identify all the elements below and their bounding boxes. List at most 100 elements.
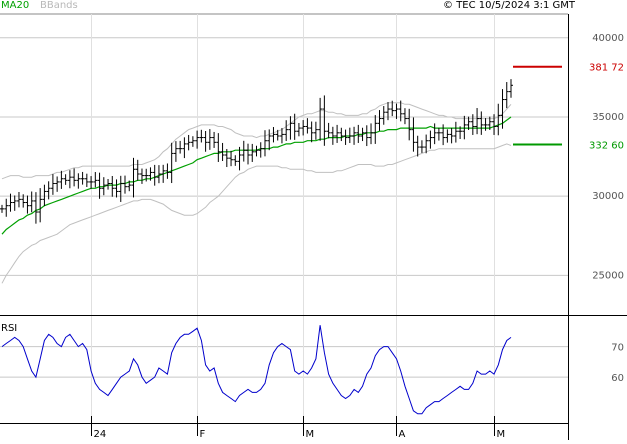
x-axis: 24 F M A M [91, 416, 506, 440]
stock-chart: MA20 BBands © TEC 10/5/2024 3:1 GMT RSI … [0, 0, 627, 440]
price-bar [309, 121, 314, 143]
price-bar [178, 140, 183, 154]
x-tick-label: A [399, 429, 406, 440]
price-bar [135, 159, 140, 181]
price-bar [152, 164, 157, 186]
price-bar [441, 124, 446, 146]
price-bar [453, 121, 458, 143]
price-bar [318, 97, 323, 141]
price-bar [195, 130, 200, 149]
price-bar [207, 129, 212, 150]
price-bar [190, 136, 195, 147]
price-bar [246, 143, 251, 165]
rsi-tick-label: 70 [611, 343, 624, 354]
price-bar [131, 157, 136, 198]
rsi-layer [1, 325, 512, 415]
price-bars [0, 79, 513, 224]
price-bar [63, 174, 68, 185]
price-bar [203, 130, 208, 152]
price-bar [29, 191, 34, 213]
rsi-line [1, 325, 512, 415]
price-bar [33, 192, 38, 224]
price-bar [258, 142, 263, 158]
price-bar [42, 184, 47, 207]
price-bar [449, 127, 454, 144]
price-bar [118, 175, 123, 202]
price-bar [432, 123, 437, 145]
price-bar [428, 130, 433, 149]
support-level-label: 332 60 [589, 141, 624, 152]
legend-ma20: MA20 [1, 0, 29, 11]
copyright-label: © TEC 10/5/2024 3:1 GMT [443, 0, 576, 11]
price-bar [110, 175, 115, 197]
price-bar [335, 124, 340, 143]
price-bar [12, 195, 17, 211]
x-tick-label: 24 [94, 429, 107, 440]
rsi-tick-label: 60 [611, 373, 624, 384]
price-bar [156, 165, 161, 184]
resistance-level-label: 381 72 [589, 63, 624, 74]
price-bar [216, 133, 221, 162]
price-bar [475, 108, 480, 135]
price-bar [479, 111, 484, 135]
price-bar [326, 122, 331, 139]
price-bar [483, 118, 488, 131]
price-bar [343, 129, 348, 145]
price-bar [509, 79, 513, 98]
price-bar [330, 126, 335, 145]
price-bar [212, 131, 217, 148]
price-bar [233, 155, 238, 166]
price-bar [402, 108, 407, 125]
price-bar [0, 204, 4, 213]
price-bar [89, 176, 94, 189]
rsi-grid [0, 316, 568, 423]
chart-canvas: MA20 BBands © TEC 10/5/2024 3:1 GMT RSI … [0, 0, 627, 440]
price-bar [173, 141, 178, 162]
price-bar [84, 173, 89, 187]
price-bar [267, 129, 272, 151]
x-tick-label: M [306, 429, 315, 440]
price-bar [347, 127, 352, 144]
price-bar [424, 134, 429, 154]
price-bar [241, 140, 246, 162]
price-tick-label: 30000 [592, 191, 624, 202]
price-bar [165, 163, 170, 179]
price-bar [504, 82, 509, 109]
price-bar [67, 170, 72, 189]
price-bar [97, 172, 102, 199]
price-bar [377, 110, 382, 131]
price-tick-label: 40000 [592, 33, 624, 44]
price-bar [106, 178, 111, 190]
price-bar [254, 145, 259, 157]
x-tick-label: M [497, 429, 506, 440]
price-bar [262, 130, 267, 157]
price-bar [313, 121, 318, 140]
price-bar [199, 129, 204, 143]
price-bar [25, 195, 30, 214]
price-bar [50, 174, 55, 195]
rsi-axis: 60 70 [611, 343, 624, 385]
price-bar [381, 106, 386, 125]
price-bar [296, 122, 301, 137]
price-bar [72, 168, 77, 187]
price-bar [339, 127, 344, 142]
x-tick-label: F [200, 429, 206, 440]
price-bar [292, 113, 297, 140]
price-bar [114, 179, 119, 198]
price-bar [436, 127, 441, 141]
price-bar [369, 123, 374, 145]
price-bar [284, 120, 289, 141]
price-bar [288, 116, 293, 140]
price-bar [229, 150, 234, 167]
price-bar [55, 176, 60, 192]
price-bar [305, 118, 310, 134]
price-bar [76, 173, 81, 189]
price-bar [419, 140, 424, 153]
price-bar [301, 120, 306, 136]
price-bar [496, 103, 501, 136]
price-bar [16, 191, 21, 208]
price-bar [364, 125, 369, 147]
bband-lower-line [1, 143, 512, 284]
price-bar [271, 127, 276, 143]
price-bar [4, 198, 9, 217]
